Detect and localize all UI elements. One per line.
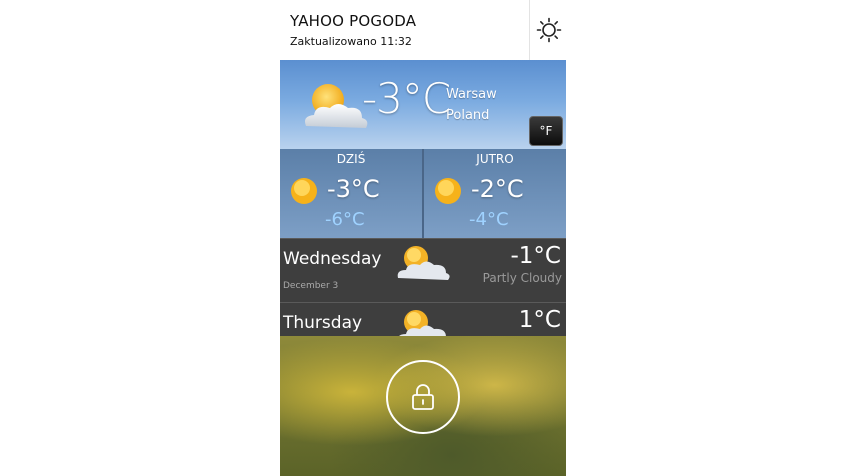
day-name: JUTRO [476, 152, 514, 166]
brightness-settings-icon [536, 17, 561, 43]
partly-cloudy-icon [397, 246, 450, 280]
forecast-date: December 3 [283, 281, 339, 291]
app-header: YAHOO POGODA Zaktualizowano 11:32 [280, 0, 566, 60]
day-high-temp: -3°C [327, 175, 380, 203]
forecast-temperature: 1°C [518, 307, 561, 333]
unlock-button[interactable] [386, 360, 460, 434]
day-low-temp: -6°C [325, 209, 365, 230]
day-card-today[interactable]: DZIŚ -3°C -6°C [280, 149, 422, 238]
lock-icon [412, 384, 434, 410]
fahrenheit-toggle-button[interactable]: °F [529, 116, 563, 146]
city-name: Warsaw [446, 87, 497, 102]
sun-icon [435, 178, 461, 204]
forecast-condition: Partly Cloudy [482, 271, 562, 285]
lock-screen-area [280, 336, 566, 476]
today-tomorrow-panel: DZIŚ -3°C -6°C JUTRO -2°C -4°C [280, 149, 566, 238]
forecast-temperature: -1°C [510, 243, 562, 269]
partly-cloudy-icon [398, 310, 446, 337]
last-updated-text: Zaktualizowano 11:32 [290, 35, 412, 48]
sun-icon [291, 178, 317, 204]
app-title: YAHOO POGODA [290, 12, 417, 30]
day-high-temp: -2°C [471, 175, 524, 203]
forecast-row-thursday[interactable]: Thursday 1°C [280, 302, 566, 337]
day-name: DZIŚ [336, 152, 366, 166]
current-temperature: -3°C [362, 74, 451, 123]
settings-button[interactable] [529, 0, 566, 60]
day-low-temp: -4°C [469, 209, 509, 230]
country-name: Poland [446, 108, 490, 123]
forecast-day: Wednesday [283, 249, 382, 269]
current-weather-panel: -3°C Warsaw Poland [280, 60, 566, 149]
forecast-day: Thursday [283, 313, 363, 333]
weather-app: YAHOO POGODA Zaktualizowano 11:32 -3°C W… [280, 0, 566, 476]
forecast-row-wednesday[interactable]: Wednesday December 3 -1°C Partly Cloudy [280, 238, 566, 302]
day-card-tomorrow[interactable]: JUTRO -2°C -4°C [424, 149, 566, 238]
